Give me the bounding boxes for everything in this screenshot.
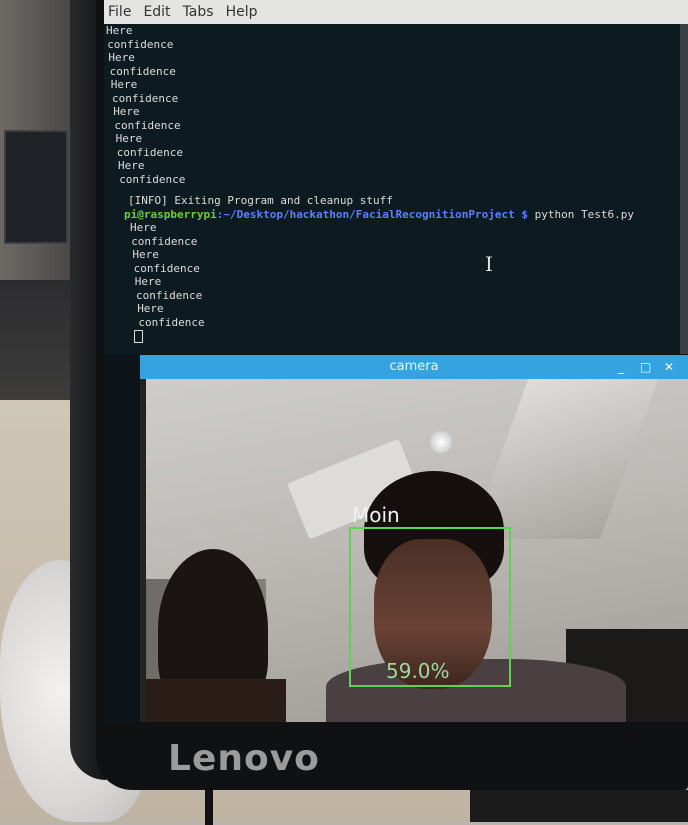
terminal-line: confidence bbox=[114, 118, 181, 132]
terminal-line: Here bbox=[115, 132, 143, 145]
prompt-command: python Test6.py bbox=[527, 207, 634, 221]
terminal-lines-after: Here confidence Here confidence Here confiden… bbox=[104, 221, 688, 329]
minimize-icon[interactable]: _ bbox=[618, 355, 624, 379]
terminal-line: Here bbox=[108, 51, 135, 64]
menu-tabs[interactable]: Tabs bbox=[183, 4, 214, 20]
terminal-line: Here bbox=[106, 24, 133, 37]
terminal-line: Here bbox=[110, 78, 138, 91]
terminal-prompt-line: pi@raspberrypi:~/Desktop/hackathon/Facia… bbox=[104, 208, 688, 222]
prompt-user: pi@raspberrypi bbox=[124, 207, 217, 221]
terminal-scrollbar[interactable] bbox=[680, 24, 688, 354]
terminal-line: confidence bbox=[119, 172, 186, 186]
monitor-brand-logo: Lenovo bbox=[168, 738, 320, 779]
terminal-output[interactable]: Here confidence Here confidence Here confiden… bbox=[104, 24, 688, 354]
terminal-line: confidence bbox=[112, 91, 179, 105]
terminal-lines-before: Here confidence Here confidence Here confiden… bbox=[104, 24, 688, 186]
background-person-body bbox=[146, 679, 286, 722]
menu-help[interactable]: Help bbox=[226, 4, 258, 20]
smoke-detector bbox=[430, 431, 452, 453]
prompt-path: :~/Desktop/hackathon/FacialRecognitionPr… bbox=[216, 207, 528, 221]
maximize-icon[interactable]: □ bbox=[640, 355, 651, 379]
camera-feed: Moin 59.0% bbox=[146, 379, 688, 722]
menu-file[interactable]: File bbox=[108, 4, 131, 20]
camera-window: camera _ □ ✕ Moin 59.0% bbox=[140, 355, 688, 722]
close-icon[interactable]: ✕ bbox=[664, 355, 674, 379]
terminal-line: confidence bbox=[138, 315, 205, 329]
camera-window-title[interactable]: camera bbox=[140, 355, 688, 379]
office-chair bbox=[0, 280, 70, 400]
terminal-line: confidence bbox=[136, 288, 203, 302]
cable bbox=[205, 785, 213, 825]
terminal-line: confidence bbox=[107, 37, 174, 51]
terminal-line: Here bbox=[132, 248, 159, 261]
terminal-info-line: [INFO] Exiting Program and cleanup stuff bbox=[128, 194, 393, 207]
terminal-menubar: File Edit Tabs Help bbox=[104, 0, 688, 24]
terminal-line: Here bbox=[118, 159, 145, 172]
monitor-stand bbox=[470, 790, 688, 822]
terminal-line: confidence bbox=[116, 145, 184, 159]
face-name-label: Moin bbox=[352, 503, 400, 527]
background-monitor bbox=[4, 130, 68, 244]
terminal-line: Here bbox=[134, 275, 162, 288]
terminal-line: Here bbox=[113, 105, 140, 118]
monitor-screen: File Edit Tabs Help Here confidence Here confi… bbox=[104, 0, 688, 722]
face-confidence-label: 59.0% bbox=[386, 659, 450, 683]
terminal-cursor bbox=[134, 329, 143, 343]
menu-edit[interactable]: Edit bbox=[143, 4, 170, 20]
text-cursor-icon: I bbox=[485, 252, 493, 276]
terminal-line: confidence bbox=[109, 64, 176, 78]
terminal-line: confidence bbox=[131, 234, 198, 248]
terminal-line: confidence bbox=[133, 261, 200, 275]
terminal-line: Here bbox=[130, 221, 157, 234]
terminal-line: Here bbox=[137, 302, 164, 315]
